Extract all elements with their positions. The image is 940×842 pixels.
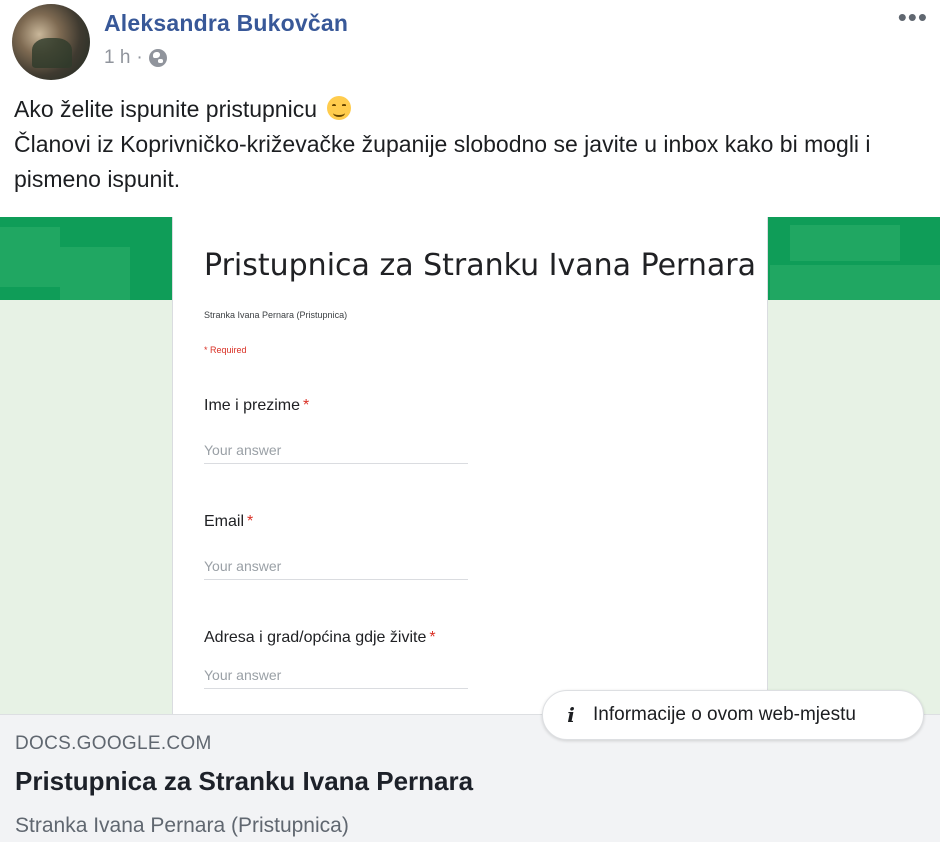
globe-icon[interactable] [148, 49, 167, 67]
question-label: Ime i prezime * [204, 397, 309, 415]
answer-field[interactable]: Your answer [204, 663, 468, 689]
post-header: Aleksandra Bukovčan 1 h · ••• [0, 0, 940, 90]
band-decoration [60, 247, 130, 300]
answer-field[interactable]: Your answer [204, 554, 468, 580]
more-options-icon[interactable]: ••• [898, 4, 928, 30]
post-text-line: Ako želite ispunite pristupnicu [14, 92, 924, 127]
link-title[interactable]: Pristupnica za Stranku Ivana Pernara [15, 766, 473, 797]
author-name[interactable]: Aleksandra Bukovčan [104, 10, 348, 37]
form-title: Pristupnica za Stranku Ivana Pernara [204, 248, 756, 283]
required-star: * [429, 629, 436, 646]
required-star: * [247, 513, 254, 530]
link-description: Stranka Ivana Pernara (Pristupnica) [15, 814, 349, 837]
post-text: Ako želite ispunite pristupnicu Članovi … [14, 92, 924, 197]
info-icon: i [567, 703, 575, 727]
post-meta: 1 h · [104, 47, 167, 69]
question-text: Adresa i grad/općina gdje živite [204, 629, 427, 646]
band-decoration [790, 225, 900, 261]
site-info-label: Informacije o ovom web-mjestu [593, 704, 856, 725]
site-info-button[interactable]: i Informacije o ovom web-mjestu [542, 690, 924, 740]
meta-separator: · [136, 47, 143, 68]
band-decoration [0, 227, 60, 287]
form-card: Pristupnica za Stranku Ivana Pernara Str… [172, 217, 768, 714]
required-star: * [303, 397, 310, 414]
question-label: Adresa i grad/općina gdje živite * [204, 629, 436, 647]
question-label: Email * [204, 513, 253, 531]
post-text-line1: Ako želite ispunite pristupnicu [14, 96, 317, 122]
post-time[interactable]: 1 h [104, 47, 130, 69]
required-note: * Required [204, 345, 247, 355]
answer-field[interactable]: Your answer [204, 438, 468, 464]
link-preview-image[interactable]: Pristupnica za Stranku Ivana Pernara Str… [0, 217, 940, 714]
question-text: Email [204, 513, 245, 530]
question-text: Ime i prezime [204, 397, 301, 414]
avatar[interactable] [12, 4, 90, 80]
post-text-line2: Članovi iz Koprivničko-križevačke župani… [14, 131, 871, 192]
link-domain: DOCS.GOOGLE.COM [15, 733, 212, 754]
smiling-face-icon [327, 96, 352, 120]
form-description: Stranka Ivana Pernara (Pristupnica) [204, 310, 348, 320]
band-decoration [770, 265, 940, 300]
